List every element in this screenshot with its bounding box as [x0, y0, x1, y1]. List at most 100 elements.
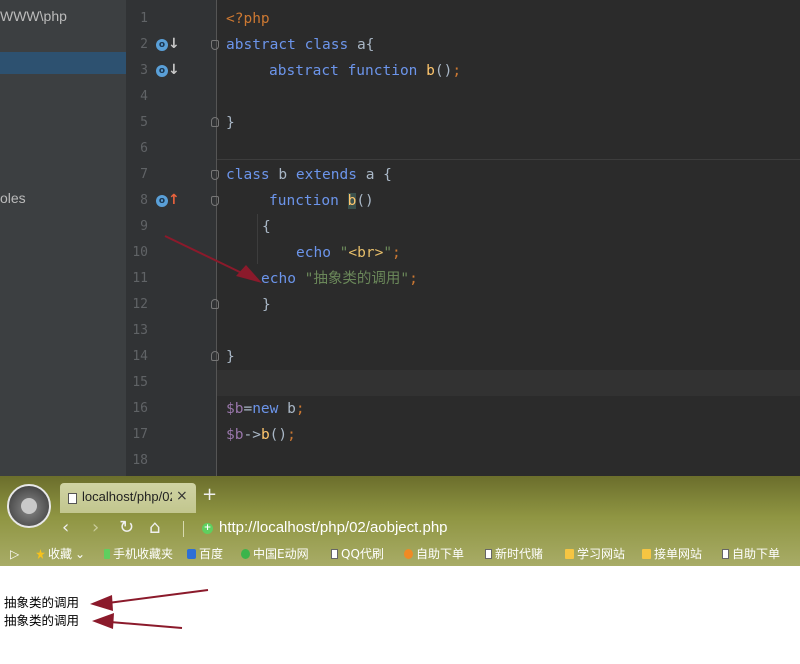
- method-separator: [217, 159, 800, 160]
- bookmark-favorites[interactable]: 收藏 ⌄: [36, 546, 85, 562]
- fold-marker[interactable]: [211, 117, 219, 127]
- reload-button[interactable]: ↻: [119, 517, 134, 539]
- code-line-12: }: [262, 292, 271, 318]
- keyword: class: [226, 167, 270, 183]
- toolbar-divider: [183, 521, 184, 537]
- class-name: b: [269, 167, 296, 183]
- bookmark-auto-order[interactable]: 自助下单: [404, 546, 464, 562]
- browser-tab[interactable]: localhost/php/02/aobject.php ×: [60, 483, 196, 513]
- home-button[interactable]: ⌂: [149, 517, 160, 539]
- page-icon: [68, 493, 77, 504]
- new-tab-button[interactable]: +: [202, 486, 217, 504]
- bookmark-study[interactable]: 学习网站: [565, 546, 625, 562]
- sidebar-path-label[interactable]: WWW\php: [0, 8, 67, 24]
- line-number: 7: [140, 167, 148, 182]
- fold-marker[interactable]: [211, 351, 219, 361]
- implemented-method-icon[interactable]: o: [156, 65, 168, 77]
- line-number: 17: [132, 427, 148, 442]
- overriding-method-icon[interactable]: o: [156, 195, 168, 207]
- line-number: 6: [140, 141, 148, 156]
- browser-chrome: localhost/php/02/aobject.php × + ‹ › ↻ ⌂…: [0, 476, 800, 566]
- variable: $b: [226, 401, 244, 417]
- code-line-8: function b(): [269, 188, 374, 214]
- parens: (): [269, 427, 288, 443]
- code-line-3: abstract function b();: [269, 58, 461, 84]
- keyword: function: [269, 193, 339, 209]
- line-number: 15: [132, 375, 148, 390]
- code-line-17: $b->b();: [226, 422, 296, 448]
- line-number: 14: [132, 349, 148, 364]
- bookmarks-bar: ▷ 收藏 ⌄ 手机收藏夹 百度 中国E动网 QQ代刷 自助下单 新时代赌 学习网站…: [0, 542, 800, 566]
- parens: (): [356, 193, 374, 209]
- parent-class: a {: [356, 167, 392, 183]
- bookmark-qq[interactable]: QQ代刷: [331, 546, 384, 562]
- line-number: 4: [140, 89, 148, 104]
- semicolon: ;: [452, 63, 462, 79]
- back-button[interactable]: ‹: [62, 517, 69, 539]
- tab-close-icon[interactable]: ×: [176, 488, 188, 504]
- page-icon: [722, 549, 729, 559]
- fold-marker[interactable]: [211, 40, 219, 50]
- keyword: extends: [295, 167, 357, 183]
- keyword: abstract function: [269, 63, 418, 79]
- fold-marker[interactable]: [211, 170, 219, 180]
- arrow-down-icon[interactable]: ↓: [168, 37, 180, 51]
- implemented-method-icon[interactable]: o: [156, 39, 168, 51]
- line-number: 1: [140, 11, 148, 26]
- fold-marker[interactable]: [211, 196, 219, 206]
- folder-icon: [565, 549, 574, 559]
- line-number: 5: [140, 115, 148, 130]
- line-number: 9: [140, 219, 148, 234]
- baidu-icon: [187, 549, 196, 559]
- code-line-11: echo "抽象类的调用";: [261, 266, 418, 292]
- function-name: b: [260, 427, 270, 443]
- bookmark-baidu[interactable]: 百度: [187, 546, 223, 562]
- semicolon: ;: [287, 427, 296, 443]
- fold-marker[interactable]: [211, 299, 219, 309]
- forward-button[interactable]: ›: [92, 517, 99, 539]
- sidebar-selected-row[interactable]: [0, 52, 126, 74]
- line-number: 18: [132, 453, 148, 468]
- arrow-up-icon[interactable]: ↑: [168, 193, 180, 207]
- brace: {: [262, 219, 271, 235]
- line-number: 10: [132, 245, 148, 260]
- code-line-16: $b=new b;: [226, 396, 305, 422]
- line-number: 16: [132, 401, 148, 416]
- tab-title: localhost/php/02/aobject.php: [82, 489, 172, 504]
- string-quote: ": [330, 245, 349, 261]
- indent-guide: [257, 214, 258, 264]
- sidebar-item-label[interactable]: oles: [0, 190, 26, 206]
- bookmark-orders[interactable]: 接单网站: [642, 546, 702, 562]
- phone-icon: [104, 549, 110, 559]
- user-avatar[interactable]: [7, 484, 51, 528]
- bookmark-new-era[interactable]: 新时代赌: [485, 546, 543, 562]
- class-name: b: [278, 401, 296, 417]
- line-number: 13: [132, 323, 148, 338]
- secure-site-icon[interactable]: +: [202, 523, 213, 534]
- function-name: b: [347, 193, 357, 209]
- bookmark-auto-order-2[interactable]: 自助下单: [722, 546, 780, 562]
- project-sidebar: WWW\php oles: [0, 0, 127, 476]
- output-line: 抽象类的调用: [4, 613, 80, 628]
- code-line-2: abstract class a{: [226, 32, 374, 58]
- page-icon: [331, 549, 338, 559]
- parens: (): [434, 63, 453, 79]
- code-line-7: class b extends a {: [226, 162, 392, 188]
- folder-icon: [642, 549, 651, 559]
- line-number: 8: [140, 193, 148, 208]
- operator: =: [243, 401, 253, 417]
- line-number: 11: [132, 271, 148, 286]
- ide-window: WWW\php oles 1 2 3 4 5 6 7 8 9 10 11 12 …: [0, 0, 800, 476]
- sidebar-toggle-icon[interactable]: ▷: [10, 546, 19, 562]
- variable: $b: [226, 427, 244, 443]
- arrow-down-icon[interactable]: ↓: [168, 63, 180, 77]
- bookmark-mobile[interactable]: 手机收藏夹: [104, 546, 173, 562]
- class-name: a{: [348, 37, 375, 53]
- operator: ->: [243, 427, 261, 443]
- keyword: new: [252, 401, 279, 417]
- star-icon: [36, 549, 45, 559]
- string-quote: ": [383, 245, 393, 261]
- bookmark-china-e[interactable]: 中国E动网: [241, 546, 309, 562]
- address-bar[interactable]: http://localhost/php/02/aobject.php: [219, 519, 448, 536]
